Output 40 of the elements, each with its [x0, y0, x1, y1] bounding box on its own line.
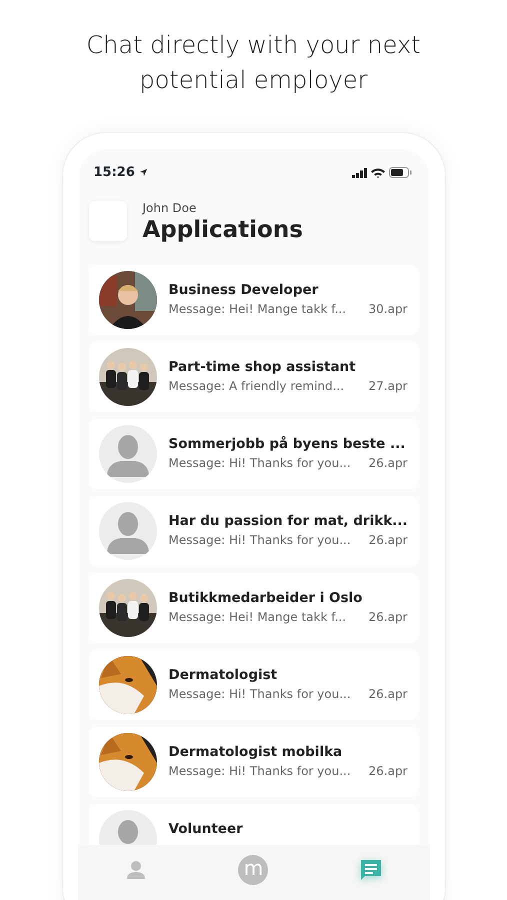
application-item[interactable]: Dermatologist mobilka Message: Hi! Thanks for you... 26.apr: [88, 726, 418, 796]
job-title: Dermatologist mobilka: [168, 742, 344, 762]
message-date: 30.apr: [368, 300, 408, 318]
application-item[interactable]: Sommerjobb på byens beste ... Message: Hi! Thanks for you... 26.apr: [88, 418, 418, 488]
user-name: John Doe: [142, 200, 198, 216]
message-date: 26.apr: [368, 532, 408, 549]
page-title: Applications: [142, 216, 303, 242]
job-title: Volunteer: [168, 820, 244, 838]
message-preview: Message: A friendly remind...: [168, 378, 344, 395]
application-item[interactable]: Business Developer Message: Hei! Mange takk f... 30.apr: [88, 264, 418, 334]
status-time: 15:26: [94, 164, 135, 182]
wifi-icon: [370, 168, 384, 178]
application-item[interactable]: Part-time shop assistant Message: A friendly remind... 27.apr: [88, 342, 418, 412]
signal-icon: [352, 168, 366, 178]
location-icon: [138, 168, 148, 178]
job-title: Dermatologist: [168, 666, 278, 684]
message-preview: Message: Hi! Thanks for you...: [168, 686, 351, 703]
message-preview: Message: Hi! Thanks for you...: [168, 454, 351, 472]
job-title: Business Developer: [168, 280, 320, 300]
job-title: Har du passion for mat, drikk...: [168, 512, 408, 530]
message-preview: Message: Hei! Mange takk f...: [168, 300, 346, 318]
message-preview: Message: Hi! Thanks for you...: [168, 532, 351, 549]
application-item[interactable]: Volunteer: [88, 804, 418, 844]
profile-icon: [126, 860, 146, 880]
message-date: 26.apr: [368, 454, 408, 472]
message-date: 26.apr: [368, 608, 408, 626]
message-date: 26.apr: [368, 762, 408, 780]
application-item[interactable]: Butikkmedarbeider i Oslo Message: Hei! Mange takk f... 26.apr: [88, 572, 418, 642]
message-date: 27.apr: [368, 378, 408, 395]
job-title: Butikkmedarbeider i Oslo: [168, 588, 364, 608]
application-item[interactable]: Har du passion for mat, drikk... Message: Hi! Thanks for you... 26.apr: [88, 496, 418, 566]
message-date: 26.apr: [368, 686, 408, 703]
job-title: Part-time shop assistant: [168, 358, 357, 376]
battery-icon: [388, 167, 412, 178]
job-title: Sommerjobb på byens beste ...: [168, 434, 406, 454]
message-preview: Message: Hi! Thanks for you...: [168, 762, 351, 780]
chat-icon: [358, 858, 383, 882]
message-preview: Message: Hei! Mange takk f...: [168, 608, 346, 626]
headline: Chat directly with your next potential employer: [85, 30, 422, 96]
application-item[interactable]: Dermatologist Message: Hi! Thanks for you... 26.apr: [88, 650, 418, 720]
